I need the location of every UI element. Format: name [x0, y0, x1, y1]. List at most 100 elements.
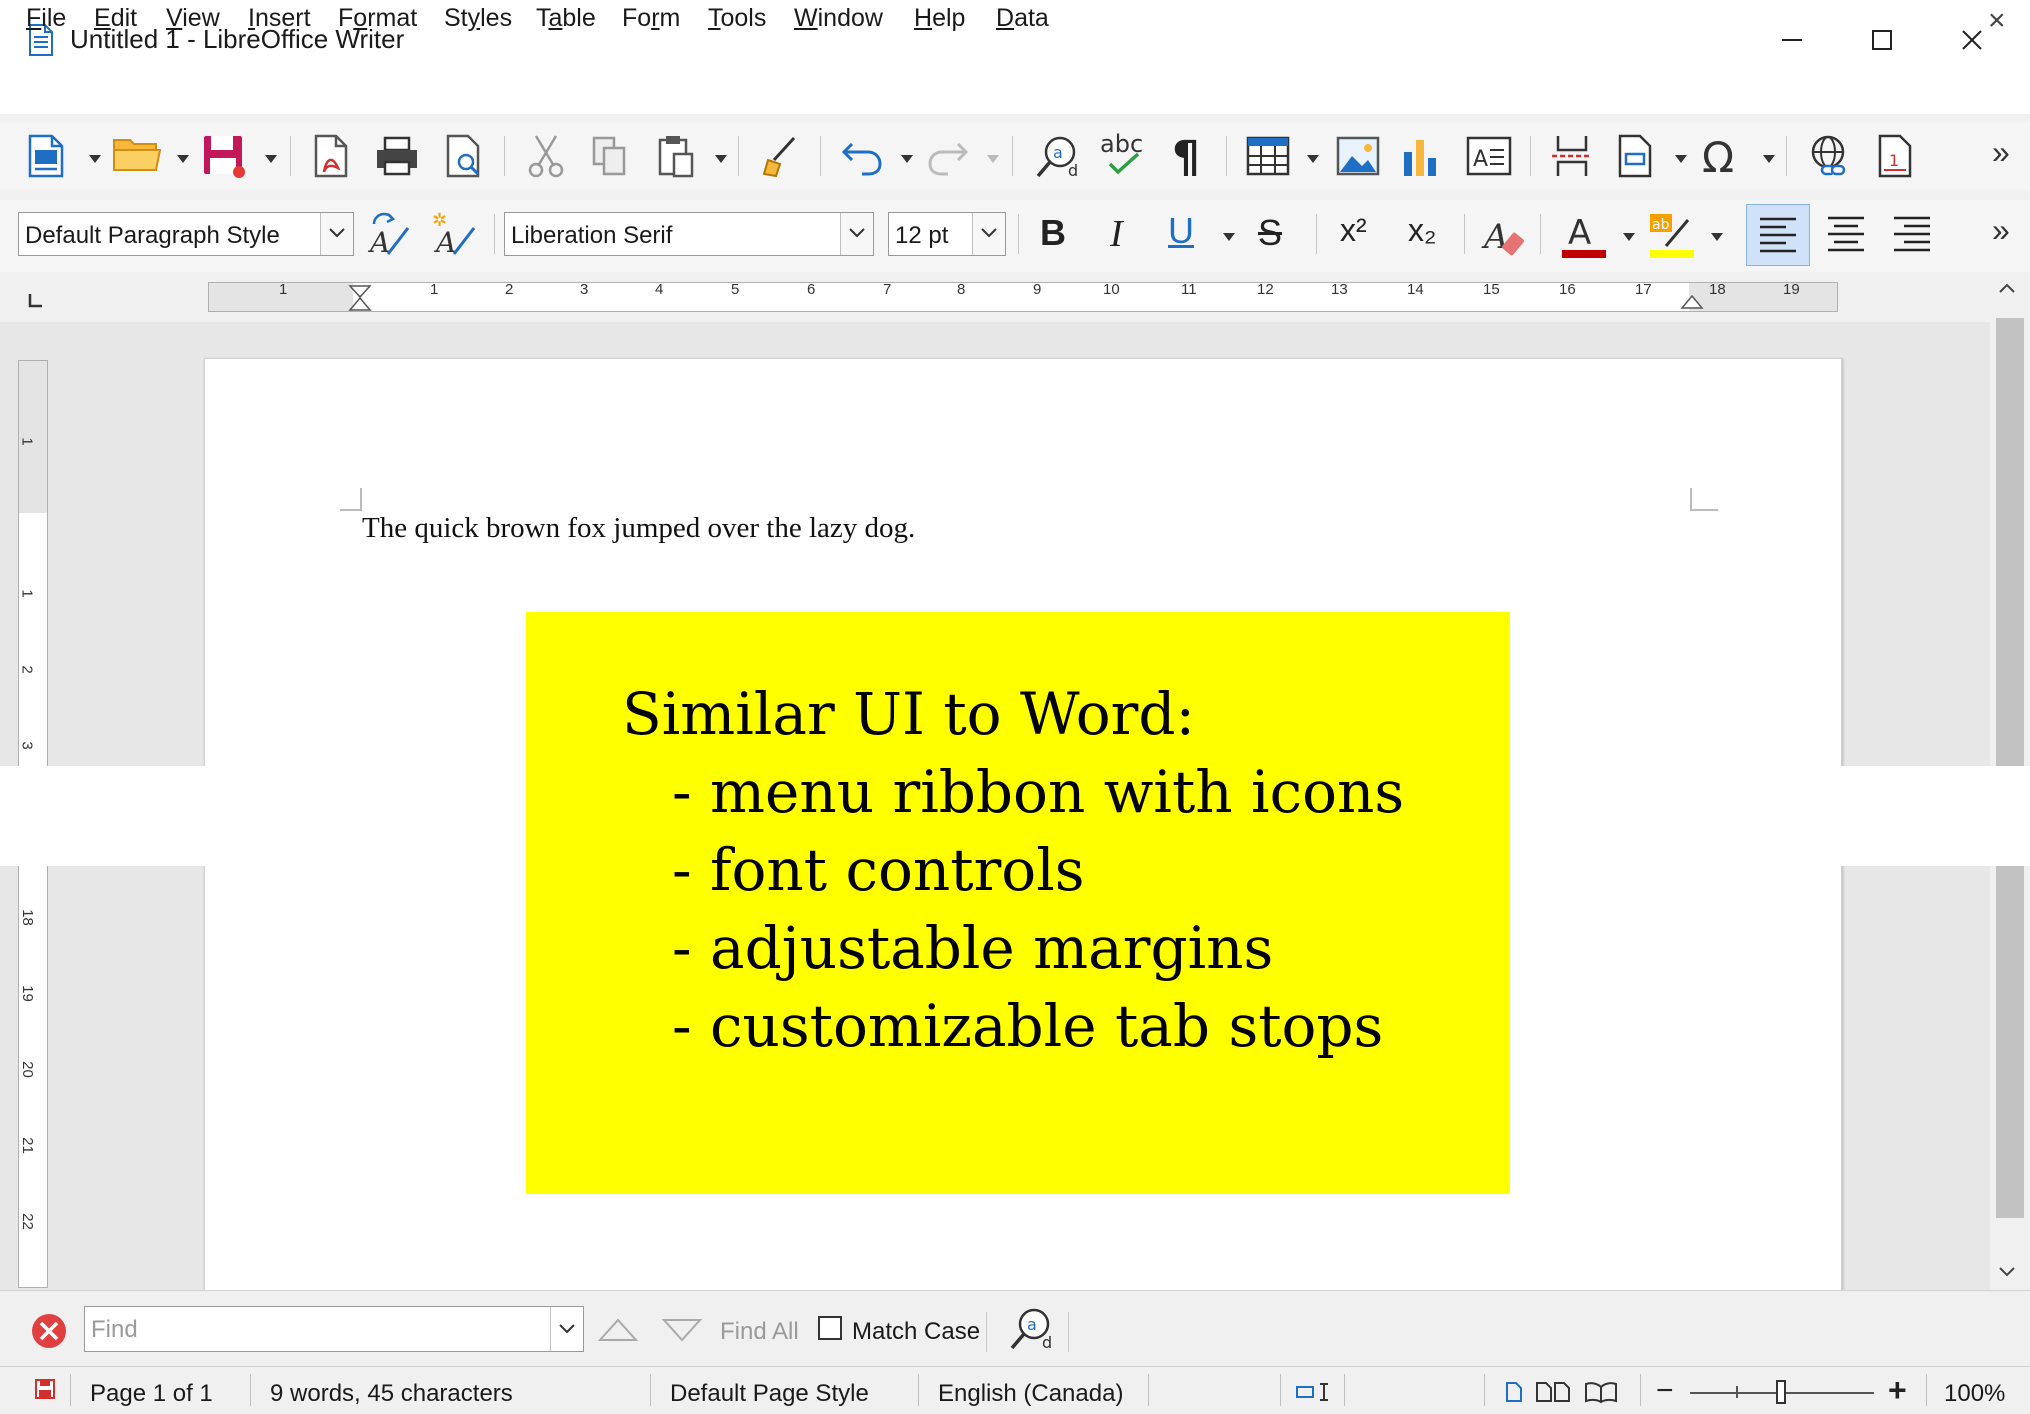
- more-formatting-chevron-icon[interactable]: »: [1992, 212, 2010, 249]
- bold-icon[interactable]: B: [1040, 212, 1066, 254]
- menu-table[interactable]: Table: [536, 4, 596, 33]
- close-find-bar-icon[interactable]: [30, 1312, 68, 1350]
- menu-view[interactable]: View: [166, 4, 220, 33]
- underline-dropdown-icon[interactable]: [1222, 232, 1236, 242]
- italic-icon[interactable]: I: [1110, 212, 1123, 256]
- new-style-icon[interactable]: ✲ A: [432, 210, 480, 259]
- indent-marker-icon[interactable]: [348, 285, 372, 311]
- scroll-up-icon[interactable]: [1998, 282, 2016, 294]
- find-history-chevron-down-icon[interactable]: [550, 1307, 583, 1351]
- align-left-button[interactable]: [1746, 204, 1810, 266]
- menu-window[interactable]: Window: [794, 4, 883, 33]
- find-next-icon[interactable]: [661, 1318, 703, 1342]
- menu-data[interactable]: Data: [996, 4, 1049, 33]
- paragraph-style-combo[interactable]: Default Paragraph Style: [18, 212, 354, 256]
- clone-formatting-icon[interactable]: [760, 134, 808, 182]
- redo-dropdown-icon[interactable]: [986, 154, 1000, 164]
- page-style-status[interactable]: Default Page Style: [670, 1380, 869, 1408]
- page-break-icon[interactable]: [1550, 134, 1598, 182]
- zoom-out-icon[interactable]: −: [1656, 1374, 1674, 1408]
- chevron-down-icon[interactable]: [840, 213, 873, 255]
- horizontal-ruler[interactable]: 1 1 2 3 4 5 6 7 8 9 10 11 12 13 14 15 16…: [208, 281, 1838, 312]
- menu-help[interactable]: Help: [914, 4, 965, 33]
- insert-mode-icon[interactable]: [1296, 1382, 1336, 1402]
- strikethrough-icon[interactable]: S: [1258, 212, 1282, 254]
- multi-page-view-icon[interactable]: [1536, 1382, 1572, 1402]
- copy-icon[interactable]: [590, 134, 638, 182]
- font-name-combo[interactable]: Liberation Serif: [504, 212, 874, 256]
- paste-icon[interactable]: [656, 134, 704, 182]
- insert-field-icon[interactable]: [1616, 134, 1664, 182]
- menu-styles[interactable]: Styles: [444, 4, 512, 33]
- cut-icon[interactable]: [526, 134, 574, 182]
- find-replace-icon[interactable]: ad: [1034, 134, 1082, 182]
- chevron-down-icon[interactable]: [320, 213, 353, 255]
- scroll-down-icon[interactable]: [1998, 1266, 2016, 1278]
- align-center-icon[interactable]: [1826, 214, 1866, 254]
- insert-table-icon[interactable]: [1246, 134, 1294, 182]
- print-icon[interactable]: [374, 134, 422, 182]
- document-body-text[interactable]: The quick brown fox jumped over the lazy…: [362, 512, 915, 545]
- open-dropdown-icon[interactable]: [176, 154, 190, 164]
- align-right-icon[interactable]: [1892, 214, 1932, 254]
- undo-dropdown-icon[interactable]: [900, 154, 914, 164]
- word-count-status[interactable]: 9 words, 45 characters: [270, 1380, 513, 1408]
- insert-chart-icon[interactable]: [1400, 134, 1448, 182]
- zoom-in-icon[interactable]: +: [1888, 1372, 1907, 1409]
- insert-textbox-icon[interactable]: A: [1466, 134, 1514, 182]
- zoom-slider-thumb[interactable]: [1776, 1380, 1786, 1404]
- maximize-button[interactable]: [1840, 12, 1928, 68]
- close-document-icon[interactable]: ×: [1988, 4, 2006, 38]
- menu-edit[interactable]: Edit: [94, 4, 137, 33]
- new-document-icon[interactable]: [26, 134, 74, 182]
- table-dropdown-icon[interactable]: [1306, 154, 1320, 164]
- single-page-view-icon[interactable]: [1506, 1382, 1522, 1402]
- menu-file[interactable]: File: [26, 4, 66, 33]
- field-dropdown-icon[interactable]: [1674, 154, 1688, 164]
- subscript-icon[interactable]: x₂: [1408, 212, 1436, 249]
- save-dropdown-icon[interactable]: [264, 154, 278, 164]
- undo-icon[interactable]: [840, 134, 888, 182]
- find-previous-icon[interactable]: [597, 1318, 639, 1342]
- hyperlink-icon[interactable]: [1808, 134, 1856, 182]
- highlight-dropdown-icon[interactable]: [1710, 232, 1724, 242]
- menu-insert[interactable]: Insert: [248, 4, 311, 33]
- find-all-button[interactable]: Find All: [720, 1318, 799, 1346]
- footnote-icon[interactable]: 1: [1876, 134, 1924, 182]
- superscript-icon[interactable]: x²: [1340, 212, 1367, 249]
- menu-format[interactable]: Format: [338, 4, 417, 33]
- export-pdf-icon[interactable]: [312, 134, 360, 182]
- redo-icon[interactable]: [926, 134, 974, 182]
- book-view-icon[interactable]: [1584, 1382, 1618, 1404]
- update-style-icon[interactable]: A: [366, 210, 414, 259]
- new-dropdown-icon[interactable]: [88, 154, 102, 164]
- insert-image-icon[interactable]: [1336, 134, 1384, 182]
- special-character-dropdown-icon[interactable]: [1762, 154, 1776, 164]
- font-color-dropdown-icon[interactable]: [1622, 232, 1636, 242]
- menu-form[interactable]: Form: [622, 4, 680, 33]
- match-case-checkbox[interactable]: [818, 1316, 842, 1340]
- paste-dropdown-icon[interactable]: [714, 154, 728, 164]
- font-color-icon[interactable]: A: [1560, 210, 1608, 258]
- zoom-level-status[interactable]: 100%: [1944, 1380, 2005, 1408]
- menu-tools[interactable]: Tools: [708, 4, 766, 33]
- clear-formatting-icon[interactable]: A: [1481, 210, 1530, 258]
- highlight-color-icon[interactable]: ab: [1648, 210, 1696, 258]
- tab-stop-type-icon[interactable]: [28, 292, 44, 308]
- print-preview-icon[interactable]: [444, 134, 492, 182]
- open-folder-icon[interactable]: [112, 134, 162, 182]
- more-toolbar-chevron-icon[interactable]: »: [1992, 134, 2010, 171]
- find-input[interactable]: Find: [84, 1306, 584, 1352]
- formatting-marks-icon[interactable]: ¶: [1170, 132, 1218, 183]
- underline-icon[interactable]: U: [1168, 210, 1194, 252]
- minimize-button[interactable]: [1750, 12, 1838, 68]
- language-status[interactable]: English (Canada): [938, 1380, 1123, 1408]
- save-icon[interactable]: [202, 134, 250, 182]
- page-number-status[interactable]: Page 1 of 1: [90, 1380, 213, 1408]
- special-character-icon[interactable]: Ω: [1700, 132, 1748, 182]
- chevron-down-icon[interactable]: [972, 213, 1005, 255]
- find-replace-dialog-icon[interactable]: ad: [1008, 1306, 1054, 1352]
- spelling-icon[interactable]: abc: [1100, 130, 1148, 178]
- right-indent-marker-icon[interactable]: [1680, 294, 1704, 309]
- document-modified-icon[interactable]: [34, 1378, 56, 1400]
